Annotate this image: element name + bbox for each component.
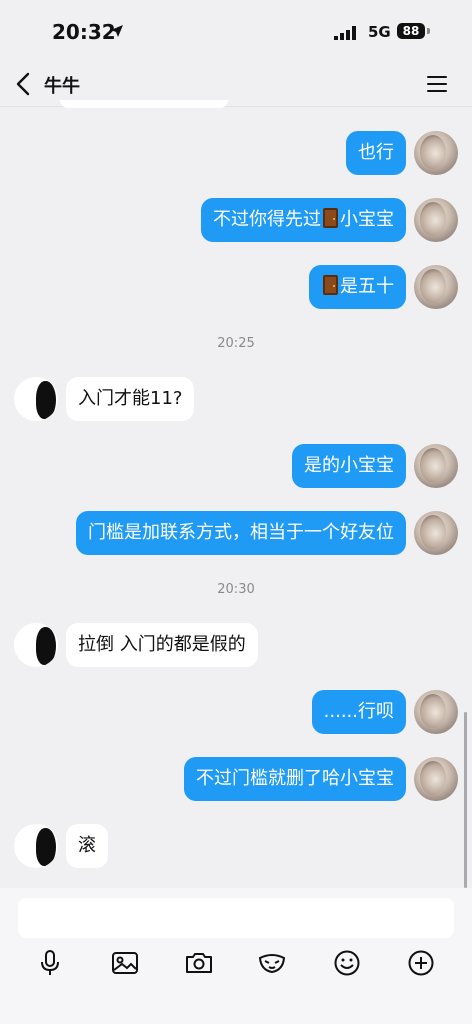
message-text: 门槛是加联系方式，相当于一个好友位 xyxy=(88,522,394,543)
location-arrow-icon xyxy=(111,25,123,37)
image-icon[interactable] xyxy=(110,948,140,978)
input-area xyxy=(0,888,472,1024)
message-bubble[interactable]: 滚 xyxy=(66,824,108,868)
my-avatar[interactable] xyxy=(414,198,458,242)
timestamp: 20:30 xyxy=(217,582,255,597)
plus-icon[interactable] xyxy=(406,948,436,978)
message-bubble[interactable]: 拉倒 入门的都是假的 xyxy=(66,623,258,667)
status-bar: 20:32 5G 88 xyxy=(0,0,472,62)
message-text: 滚 xyxy=(78,835,96,856)
message-text: 拉倒 入门的都是假的 xyxy=(78,634,246,655)
message-bubble[interactable]: 不过你得先过 小宝宝 xyxy=(201,198,406,242)
message-text: 是五十 xyxy=(340,276,394,297)
status-time: 20:32 xyxy=(52,20,116,44)
contact-avatar[interactable] xyxy=(14,623,58,667)
contact-avatar[interactable] xyxy=(14,377,58,421)
scrollbar[interactable] xyxy=(464,712,467,888)
message-bubble[interactable]: 是的小宝宝 xyxy=(292,444,406,488)
message-text: 不过门槛就删了哈小宝宝 xyxy=(196,768,394,789)
message-text: 小宝宝 xyxy=(340,209,394,230)
microphone-icon[interactable] xyxy=(35,948,65,978)
message-bubble[interactable]: 门槛是加联系方式，相当于一个好友位 xyxy=(76,511,406,555)
door-emoji-icon xyxy=(323,208,338,228)
message-bubble[interactable]: 不过门槛就删了哈小宝宝 xyxy=(184,757,406,801)
message-text: 不过你得先过 xyxy=(213,209,321,230)
message-bubble[interactable]: 是五十 xyxy=(309,265,406,309)
message-input[interactable] xyxy=(18,898,454,938)
battery-icon: 88 xyxy=(397,23,425,39)
my-avatar[interactable] xyxy=(414,511,458,555)
camera-icon[interactable] xyxy=(184,948,214,978)
emoji-icon[interactable] xyxy=(332,948,362,978)
message-bubble[interactable]: ......行呗 xyxy=(311,690,406,734)
message-bubble[interactable]: 也行 xyxy=(346,131,406,175)
my-avatar[interactable] xyxy=(414,444,458,488)
menu-icon[interactable] xyxy=(426,74,448,94)
timestamp: 20:25 xyxy=(217,336,255,351)
message-bubble[interactable]: 入门才能11? xyxy=(66,377,195,421)
my-avatar[interactable] xyxy=(414,131,458,175)
previous-bubble-edge xyxy=(60,100,228,108)
door-emoji-icon xyxy=(323,275,338,295)
signal-icon xyxy=(334,26,356,40)
chat-title: 牛牛 xyxy=(44,76,80,97)
message-text: 是的小宝宝 xyxy=(304,455,394,476)
contact-avatar[interactable] xyxy=(14,824,58,868)
message-text: 也行 xyxy=(358,142,394,163)
my-avatar[interactable] xyxy=(414,690,458,734)
battery-tip xyxy=(427,28,430,34)
message-text: 入门才能11? xyxy=(78,388,183,409)
mask-icon[interactable] xyxy=(257,948,287,978)
network-type: 5G xyxy=(368,23,391,41)
my-avatar[interactable] xyxy=(414,265,458,309)
message-text: ......行呗 xyxy=(323,701,394,722)
my-avatar[interactable] xyxy=(414,757,458,801)
back-chevron-icon[interactable] xyxy=(14,71,32,97)
